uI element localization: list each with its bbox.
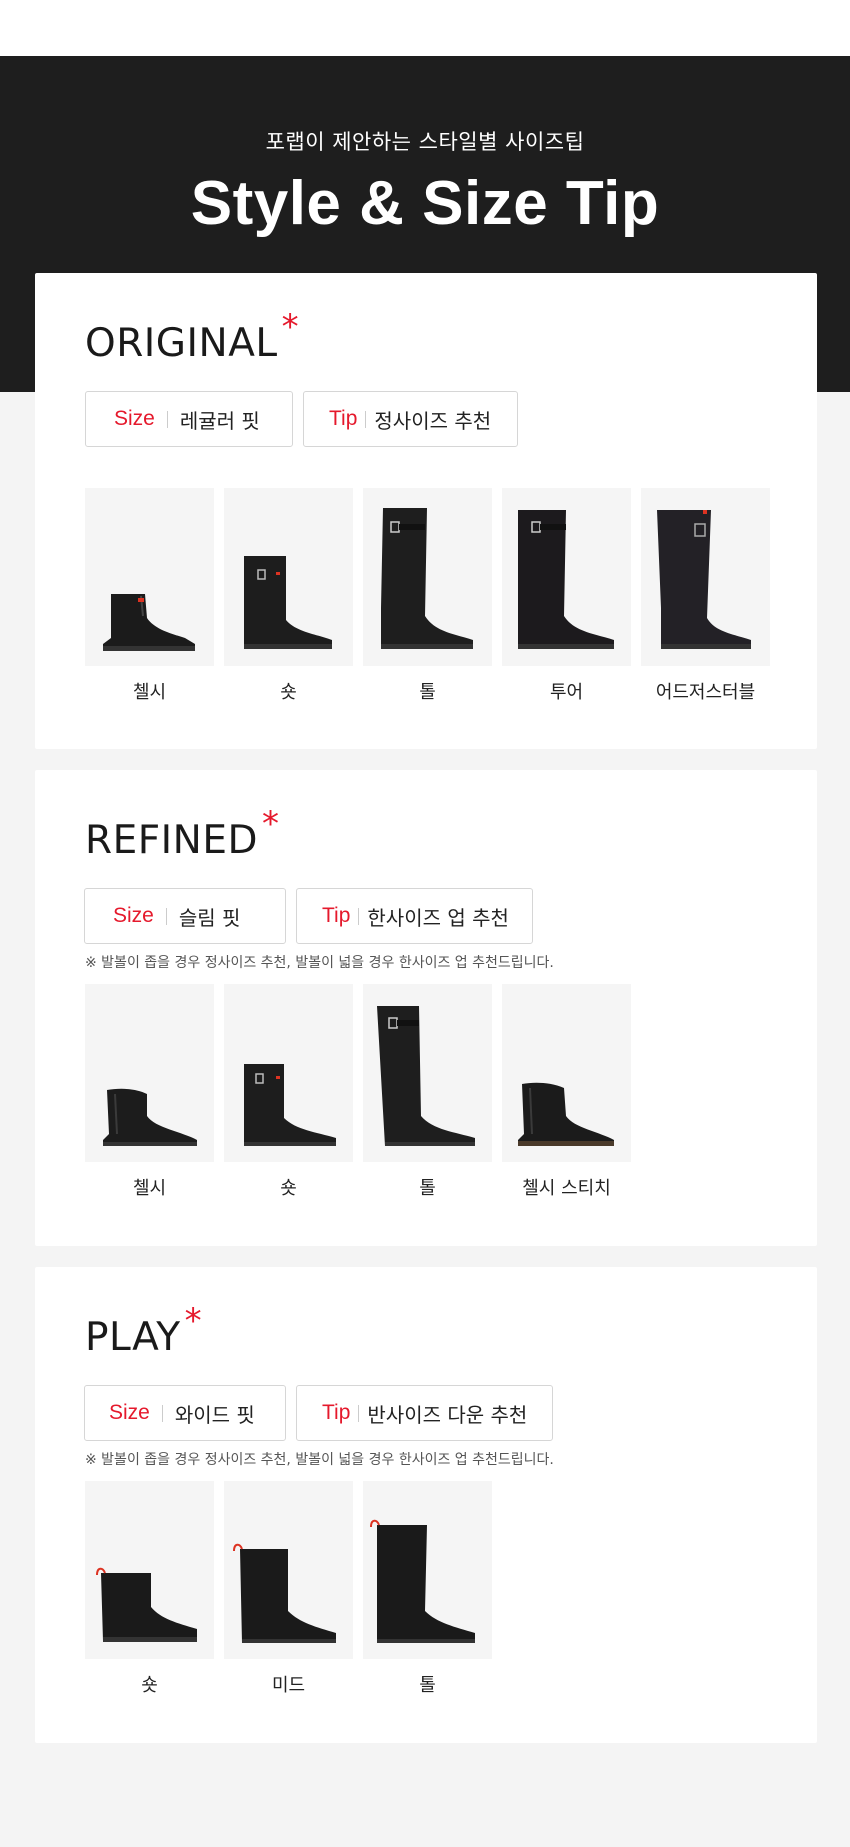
tall-boot-image[interactable] bbox=[363, 488, 492, 666]
product-tile[interactable]: 미드 bbox=[224, 1481, 353, 1697]
product-label: 톨 bbox=[419, 1675, 436, 1696]
size-badge: Size 슬림 핏 bbox=[84, 888, 286, 944]
size-key: Size bbox=[113, 904, 154, 927]
play-mid-boot-image[interactable] bbox=[224, 1481, 353, 1659]
tip-badge: Tip 한사이즈 업 추천 bbox=[296, 888, 533, 944]
fit-note: ※ 발볼이 좁을 경우 정사이즈 추천, 발볼이 넓을 경우 한사이즈 업 추천… bbox=[85, 955, 554, 971]
short-boot-image[interactable] bbox=[224, 984, 353, 1162]
size-key: Size bbox=[109, 1401, 150, 1424]
product-label: 미드 bbox=[271, 1675, 306, 1696]
tip-key: Tip bbox=[322, 904, 351, 927]
product-label: 첼시 스티치 bbox=[522, 1178, 611, 1199]
size-badge: Size 와이드 핏 bbox=[84, 1385, 286, 1441]
hero-subtitle: 포랩이 제안하는 스타일별 사이즈팁 bbox=[265, 130, 585, 154]
section-title: PLAY * bbox=[85, 1301, 203, 1360]
product-tile[interactable]: 숏 bbox=[224, 488, 353, 704]
size-value: 레귤러 핏 bbox=[179, 408, 260, 433]
product-tile[interactable]: 숏 bbox=[85, 1481, 214, 1697]
size-badge: Size 레귤러 핏 bbox=[85, 391, 293, 447]
product-tile[interactable]: 톨 bbox=[363, 488, 492, 704]
product-label: 첼시 bbox=[132, 1178, 167, 1199]
product-tile[interactable]: 첼시 스티치 bbox=[502, 984, 631, 1200]
chelsea-boot-image[interactable] bbox=[85, 984, 214, 1162]
product-tile[interactable]: 첼시 bbox=[85, 984, 214, 1200]
top-bar bbox=[0, 0, 850, 56]
product-list: 첼시 숏 톨 bbox=[85, 488, 770, 704]
size-value: 슬림 핏 bbox=[178, 905, 241, 930]
section-play: PLAY * Size 와이드 핏 Tip 반사이즈 다운 추천 ※ 발볼이 좁을 경… bbox=[35, 1267, 817, 1743]
section-original: ORIGINAL * Size 레귤러 핏 Tip 정사이즈 추천 첼시 숏 톨… bbox=[35, 273, 817, 749]
tour-boot-image[interactable] bbox=[502, 488, 631, 666]
asterisk-icon: * bbox=[184, 1301, 203, 1341]
size-key: Size bbox=[114, 407, 155, 430]
tip-badge: Tip 반사이즈 다운 추천 bbox=[296, 1385, 553, 1441]
short-boot-image[interactable] bbox=[224, 488, 353, 666]
play-short-boot-image[interactable] bbox=[85, 1481, 214, 1659]
tip-key: Tip bbox=[329, 407, 358, 430]
tip-badge: Tip 정사이즈 추천 bbox=[303, 391, 518, 447]
asterisk-icon: * bbox=[281, 307, 300, 347]
adjustable-boot-image[interactable] bbox=[641, 488, 770, 666]
product-tile[interactable]: 어드저스터블 bbox=[641, 488, 770, 704]
product-tile[interactable]: 톨 bbox=[363, 1481, 492, 1697]
fit-note: ※ 발볼이 좁을 경우 정사이즈 추천, 발볼이 넓을 경우 한사이즈 업 추천… bbox=[85, 1452, 554, 1468]
tip-value: 반사이즈 다운 추천 bbox=[367, 1402, 528, 1427]
chelsea-boot-image[interactable] bbox=[85, 488, 214, 666]
product-tile[interactable]: 첼시 bbox=[85, 488, 214, 704]
section-title: REFINED * bbox=[85, 804, 280, 863]
product-label: 톨 bbox=[419, 1178, 436, 1199]
section-title: ORIGINAL * bbox=[85, 307, 300, 366]
tip-key: Tip bbox=[322, 1401, 351, 1424]
product-label: 톨 bbox=[419, 682, 436, 703]
play-tall-boot-image[interactable] bbox=[363, 1481, 492, 1659]
product-label: 어드저스터블 bbox=[655, 682, 756, 703]
section-refined: REFINED * Size 슬림 핏 Tip 한사이즈 업 추천 ※ 발볼이 좁을 … bbox=[35, 770, 817, 1246]
product-label: 투어 bbox=[549, 682, 584, 703]
product-list: 숏 미드 톨 bbox=[85, 1481, 492, 1697]
tall-boot-image[interactable] bbox=[363, 984, 492, 1162]
product-list: 첼시 숏 톨 bbox=[85, 984, 631, 1200]
product-tile[interactable]: 톨 bbox=[363, 984, 492, 1200]
tip-value: 정사이즈 추천 bbox=[374, 408, 492, 433]
hero-title: Style & Size Tip bbox=[190, 169, 660, 238]
size-value: 와이드 핏 bbox=[174, 1402, 255, 1427]
chelsea-stitch-boot-image[interactable] bbox=[502, 984, 631, 1162]
product-label: 숏 bbox=[141, 1675, 158, 1696]
product-label: 첼시 bbox=[132, 682, 167, 703]
tip-value: 한사이즈 업 추천 bbox=[367, 905, 509, 930]
product-label: 숏 bbox=[280, 1178, 297, 1199]
product-label: 숏 bbox=[280, 682, 297, 703]
product-tile[interactable]: 투어 bbox=[502, 488, 631, 704]
product-tile[interactable]: 숏 bbox=[224, 984, 353, 1200]
asterisk-icon: * bbox=[262, 804, 280, 844]
